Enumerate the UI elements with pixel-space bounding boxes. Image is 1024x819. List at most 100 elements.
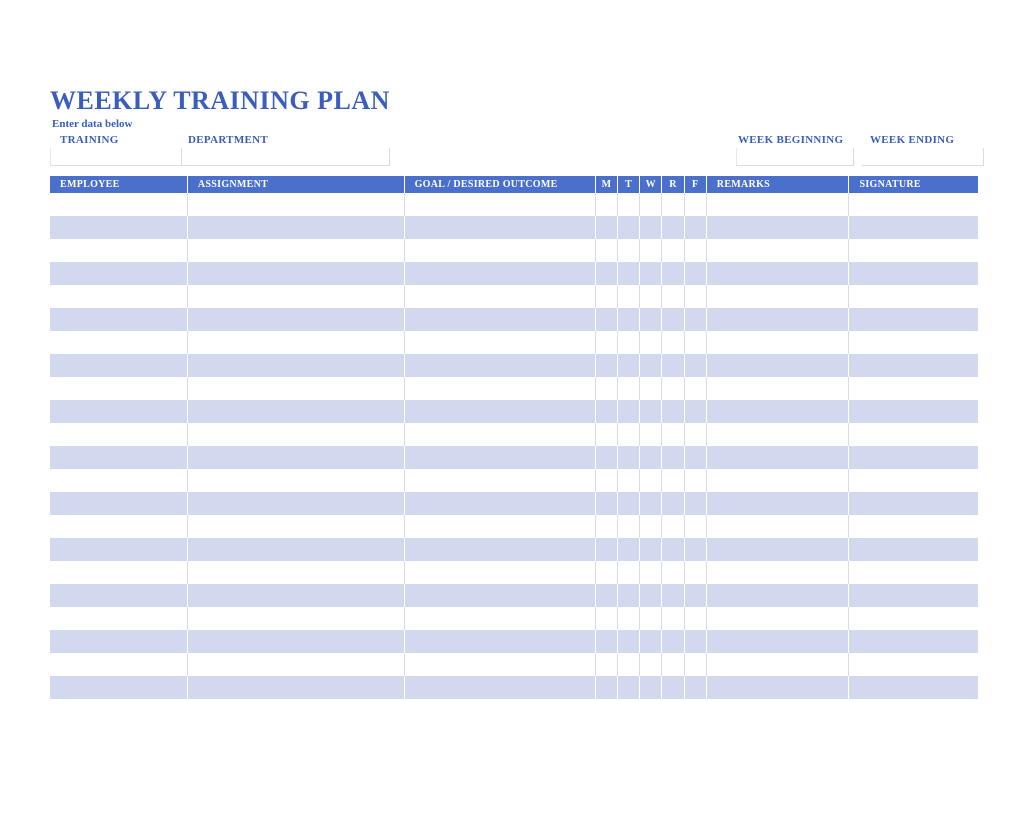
cell-w[interactable] <box>640 515 662 538</box>
cell-signature[interactable] <box>849 653 978 676</box>
cell-goal[interactable] <box>404 446 595 469</box>
cell-t[interactable] <box>618 193 640 216</box>
cell-remarks[interactable] <box>706 653 849 676</box>
cell-t[interactable] <box>618 308 640 331</box>
cell-remarks[interactable] <box>706 262 849 285</box>
cell-employee[interactable] <box>50 469 187 492</box>
cell-employee[interactable] <box>50 515 187 538</box>
cell-m[interactable] <box>595 193 617 216</box>
cell-w[interactable] <box>640 492 662 515</box>
cell-remarks[interactable] <box>706 630 849 653</box>
cell-w[interactable] <box>640 216 662 239</box>
cell-remarks[interactable] <box>706 515 849 538</box>
cell-remarks[interactable] <box>706 193 849 216</box>
cell-w[interactable] <box>640 469 662 492</box>
cell-employee[interactable] <box>50 285 187 308</box>
cell-employee[interactable] <box>50 331 187 354</box>
cell-w[interactable] <box>640 354 662 377</box>
cell-r[interactable] <box>662 561 684 584</box>
cell-remarks[interactable] <box>706 676 849 699</box>
cell-remarks[interactable] <box>706 400 849 423</box>
cell-assignment[interactable] <box>187 193 404 216</box>
cell-assignment[interactable] <box>187 262 404 285</box>
cell-f[interactable] <box>684 239 706 262</box>
cell-m[interactable] <box>595 446 617 469</box>
cell-r[interactable] <box>662 492 684 515</box>
cell-w[interactable] <box>640 331 662 354</box>
cell-assignment[interactable] <box>187 400 404 423</box>
cell-r[interactable] <box>662 331 684 354</box>
cell-assignment[interactable] <box>187 607 404 630</box>
cell-r[interactable] <box>662 400 684 423</box>
cell-f[interactable] <box>684 262 706 285</box>
cell-remarks[interactable] <box>706 285 849 308</box>
cell-remarks[interactable] <box>706 216 849 239</box>
cell-t[interactable] <box>618 239 640 262</box>
cell-signature[interactable] <box>849 239 978 262</box>
cell-f[interactable] <box>684 354 706 377</box>
cell-r[interactable] <box>662 354 684 377</box>
cell-employee[interactable] <box>50 262 187 285</box>
cell-m[interactable] <box>595 262 617 285</box>
cell-signature[interactable] <box>849 492 978 515</box>
cell-f[interactable] <box>684 538 706 561</box>
cell-w[interactable] <box>640 400 662 423</box>
cell-f[interactable] <box>684 377 706 400</box>
training-input[interactable] <box>50 148 182 166</box>
cell-f[interactable] <box>684 653 706 676</box>
cell-m[interactable] <box>595 676 617 699</box>
cell-m[interactable] <box>595 538 617 561</box>
cell-m[interactable] <box>595 377 617 400</box>
cell-t[interactable] <box>618 630 640 653</box>
cell-f[interactable] <box>684 400 706 423</box>
cell-f[interactable] <box>684 193 706 216</box>
cell-t[interactable] <box>618 584 640 607</box>
cell-goal[interactable] <box>404 676 595 699</box>
cell-t[interactable] <box>618 469 640 492</box>
cell-assignment[interactable] <box>187 561 404 584</box>
cell-f[interactable] <box>684 469 706 492</box>
cell-signature[interactable] <box>849 423 978 446</box>
cell-w[interactable] <box>640 653 662 676</box>
cell-w[interactable] <box>640 607 662 630</box>
cell-w[interactable] <box>640 538 662 561</box>
cell-t[interactable] <box>618 262 640 285</box>
cell-f[interactable] <box>684 446 706 469</box>
cell-f[interactable] <box>684 285 706 308</box>
cell-t[interactable] <box>618 423 640 446</box>
cell-assignment[interactable] <box>187 469 404 492</box>
cell-m[interactable] <box>595 400 617 423</box>
cell-t[interactable] <box>618 400 640 423</box>
cell-employee[interactable] <box>50 607 187 630</box>
cell-goal[interactable] <box>404 423 595 446</box>
cell-assignment[interactable] <box>187 331 404 354</box>
cell-remarks[interactable] <box>706 607 849 630</box>
cell-signature[interactable] <box>849 446 978 469</box>
cell-remarks[interactable] <box>706 239 849 262</box>
department-input[interactable] <box>182 148 390 166</box>
cell-remarks[interactable] <box>706 331 849 354</box>
cell-goal[interactable] <box>404 354 595 377</box>
cell-employee[interactable] <box>50 584 187 607</box>
cell-t[interactable] <box>618 538 640 561</box>
cell-goal[interactable] <box>404 492 595 515</box>
cell-f[interactable] <box>684 492 706 515</box>
cell-remarks[interactable] <box>706 538 849 561</box>
cell-r[interactable] <box>662 584 684 607</box>
cell-assignment[interactable] <box>187 308 404 331</box>
cell-t[interactable] <box>618 331 640 354</box>
cell-t[interactable] <box>618 676 640 699</box>
cell-remarks[interactable] <box>706 377 849 400</box>
cell-r[interactable] <box>662 216 684 239</box>
cell-assignment[interactable] <box>187 515 404 538</box>
cell-t[interactable] <box>618 446 640 469</box>
cell-goal[interactable] <box>404 216 595 239</box>
cell-signature[interactable] <box>849 538 978 561</box>
cell-f[interactable] <box>684 515 706 538</box>
cell-goal[interactable] <box>404 239 595 262</box>
cell-employee[interactable] <box>50 239 187 262</box>
cell-m[interactable] <box>595 331 617 354</box>
cell-remarks[interactable] <box>706 423 849 446</box>
cell-employee[interactable] <box>50 400 187 423</box>
cell-signature[interactable] <box>849 377 978 400</box>
